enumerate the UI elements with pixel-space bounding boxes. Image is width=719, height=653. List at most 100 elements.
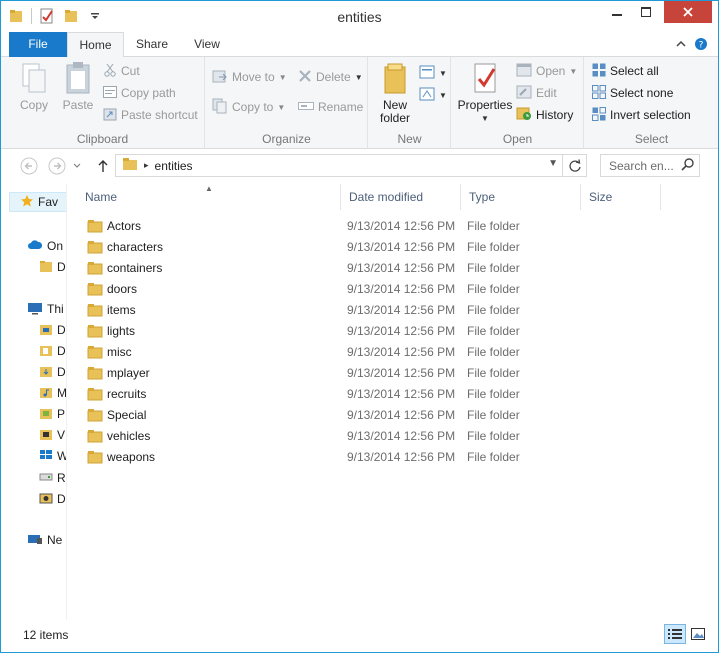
copy-path-button[interactable]: Copy path [103, 83, 176, 103]
file-name[interactable]: weapons [107, 447, 155, 468]
column-header-date-label: Date modified [349, 190, 424, 204]
nav-item-videos[interactable]: V [39, 425, 65, 445]
file-name[interactable]: items [107, 300, 136, 321]
nav-item-network[interactable]: Ne [27, 530, 62, 550]
recent-locations-button[interactable] [72, 156, 82, 176]
address-bar[interactable]: ▸ entities ▼ [115, 154, 587, 177]
file-row[interactable]: vehicles 9/13/2014 12:56 PM File folder [77, 426, 718, 447]
chevron-down-icon: ▼ [278, 72, 287, 82]
file-name[interactable]: Special [107, 405, 146, 426]
copy-to-button[interactable]: Copy to ▼ [212, 97, 285, 117]
refresh-button[interactable] [562, 155, 586, 176]
column-header-size[interactable]: Size [581, 184, 661, 210]
help-icon[interactable]: ? [693, 36, 709, 52]
file-row[interactable]: Actors 9/13/2014 12:56 PM File folder [77, 216, 718, 237]
nav-item-onedrive[interactable]: On [27, 236, 63, 256]
nav-item-favorites[interactable]: Fav [9, 192, 66, 212]
new-folder-icon [380, 61, 410, 95]
file-row[interactable]: lights 9/13/2014 12:56 PM File folder [77, 321, 718, 342]
edit-label: Edit [536, 86, 557, 100]
nav-item-music[interactable]: M [39, 383, 66, 403]
history-button[interactable]: History [516, 105, 573, 125]
file-date-modified: 9/13/2014 12:56 PM [347, 324, 456, 338]
nav-item-windows-drive[interactable]: W [39, 446, 66, 466]
details-view-button[interactable] [664, 624, 686, 644]
nav-item-this-pc[interactable]: Thi [27, 299, 64, 319]
paste-button[interactable]: Paste [57, 61, 99, 112]
file-name[interactable]: characters [107, 237, 163, 258]
properties-button[interactable]: Properties ▼ [456, 61, 514, 125]
edit-button[interactable]: Edit [516, 83, 557, 103]
nav-item-removable-drive[interactable]: R [39, 468, 66, 488]
new-group-label: New [397, 132, 422, 146]
nav-item-downloads[interactable]: D [39, 362, 66, 382]
videos-folder-icon [39, 428, 53, 443]
folder-icon [87, 450, 103, 471]
tab-share[interactable]: Share [124, 32, 180, 57]
file-name[interactable]: Actors [107, 216, 141, 237]
new-folder-button[interactable]: New folder [373, 61, 417, 125]
windows-drive-icon [39, 449, 53, 464]
nav-item-label: Fav [38, 195, 59, 209]
nav-item-pictures[interactable]: P [39, 404, 65, 424]
file-row[interactable]: items 9/13/2014 12:56 PM File folder [77, 300, 718, 321]
back-button[interactable] [19, 156, 39, 176]
file-name[interactable]: containers [107, 258, 162, 279]
file-name[interactable]: vehicles [107, 426, 150, 447]
delete-button[interactable]: Delete ▼ [298, 67, 363, 87]
tab-home[interactable]: Home [67, 32, 124, 58]
delete-icon [298, 69, 312, 86]
large-icons-view-button[interactable] [687, 624, 709, 644]
tab-file[interactable]: File [9, 32, 67, 57]
rename-button[interactable]: Rename [298, 97, 363, 117]
copy-button[interactable]: Copy [13, 61, 55, 112]
chevron-down-icon: ▼ [569, 66, 578, 76]
maximize-button[interactable] [633, 1, 659, 23]
easy-access-button[interactable]: ▼ [419, 85, 447, 105]
invert-selection-button[interactable]: Invert selection [592, 105, 691, 125]
file-name[interactable]: mplayer [107, 363, 150, 384]
forward-button[interactable] [47, 156, 67, 176]
copy-to-icon [212, 98, 228, 117]
music-folder-icon [39, 386, 53, 401]
column-header-type-label: Type [469, 190, 496, 204]
close-button[interactable] [664, 1, 712, 23]
file-row[interactable]: Special 9/13/2014 12:56 PM File folder [77, 405, 718, 426]
nav-item-desktop[interactable]: D [39, 320, 66, 340]
column-header-type[interactable]: Type [461, 184, 581, 210]
open-button[interactable]: Open ▼ [516, 61, 577, 81]
file-row[interactable]: recruits 9/13/2014 12:56 PM File folder [77, 384, 718, 405]
new-item-button[interactable]: ▼ [419, 63, 447, 83]
file-name[interactable]: lights [107, 321, 135, 342]
chevron-down-icon[interactable]: ▼ [548, 158, 558, 169]
minimize-button[interactable] [604, 1, 630, 23]
file-row[interactable]: containers 9/13/2014 12:56 PM File folder [77, 258, 718, 279]
column-header-date[interactable]: Date modified [341, 184, 461, 210]
breadcrumb-current[interactable]: entities [155, 159, 193, 173]
select-all-button[interactable]: Select all [592, 61, 659, 81]
file-name[interactable]: doors [107, 279, 137, 300]
nav-item-documents[interactable]: D [39, 341, 66, 361]
file-row[interactable]: characters 9/13/2014 12:56 PM File folder [77, 237, 718, 258]
file-name[interactable]: recruits [107, 384, 146, 405]
file-row[interactable]: mplayer 9/13/2014 12:56 PM File folder [77, 363, 718, 384]
nav-item-dvd-drive[interactable]: D [39, 489, 66, 509]
select-none-button[interactable]: Select none [592, 83, 673, 103]
ribbon-tab-bar: File Home Share View ? [1, 32, 718, 58]
up-button[interactable] [93, 156, 113, 176]
paste-shortcut-button[interactable]: Paste shortcut [103, 105, 198, 125]
delete-label: Delete [316, 70, 351, 84]
file-row[interactable]: doors 9/13/2014 12:56 PM File folder [77, 279, 718, 300]
search-box[interactable]: Search en... [600, 154, 700, 177]
file-row[interactable]: weapons 9/13/2014 12:56 PM File folder [77, 447, 718, 468]
collapse-ribbon-icon[interactable] [673, 36, 689, 52]
explorer-window: entities File Home Share View ? Copy Pas… [0, 0, 719, 653]
select-none-label: Select none [610, 86, 674, 100]
nav-item-onedrive-documents[interactable]: D [39, 257, 66, 277]
cut-button[interactable]: Cut [103, 61, 140, 81]
file-name[interactable]: misc [107, 342, 132, 363]
tab-view[interactable]: View [181, 32, 233, 57]
new-group: New folder ▼ ▼ New [369, 57, 451, 149]
file-row[interactable]: misc 9/13/2014 12:56 PM File folder [77, 342, 718, 363]
move-to-button[interactable]: Move to ▼ [212, 67, 287, 87]
